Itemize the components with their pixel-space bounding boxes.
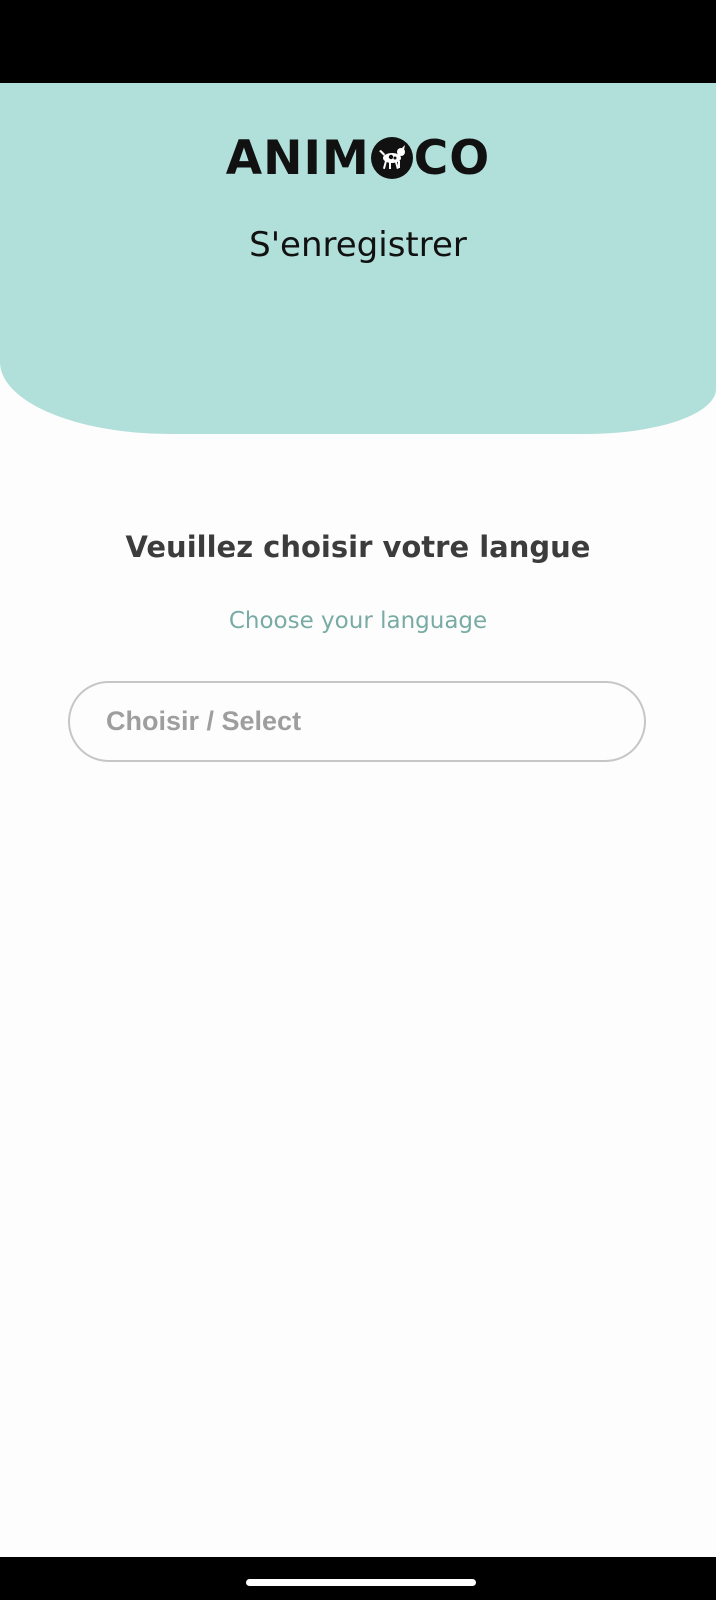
language-select-placeholder: Choisir / Select [106, 706, 302, 736]
dog-logo-icon [370, 137, 413, 179]
language-prompt-title: Veuillez choisir votre langue [125, 530, 591, 564]
app-logo: ANIM CO [0, 130, 716, 186]
language-select[interactable]: Choisir / Select [68, 681, 646, 762]
status-bar [0, 0, 716, 83]
page-title: S'enregistrer [249, 225, 467, 265]
logo-text-start: ANIM [225, 130, 370, 186]
logo-text-end: CO [413, 130, 491, 186]
home-indicator[interactable] [246, 1579, 476, 1586]
register-screen: ANIM CO S'enregistrer Veuillez choisir v… [0, 0, 716, 1600]
language-prompt-subtitle: Choose your language [228, 608, 488, 634]
